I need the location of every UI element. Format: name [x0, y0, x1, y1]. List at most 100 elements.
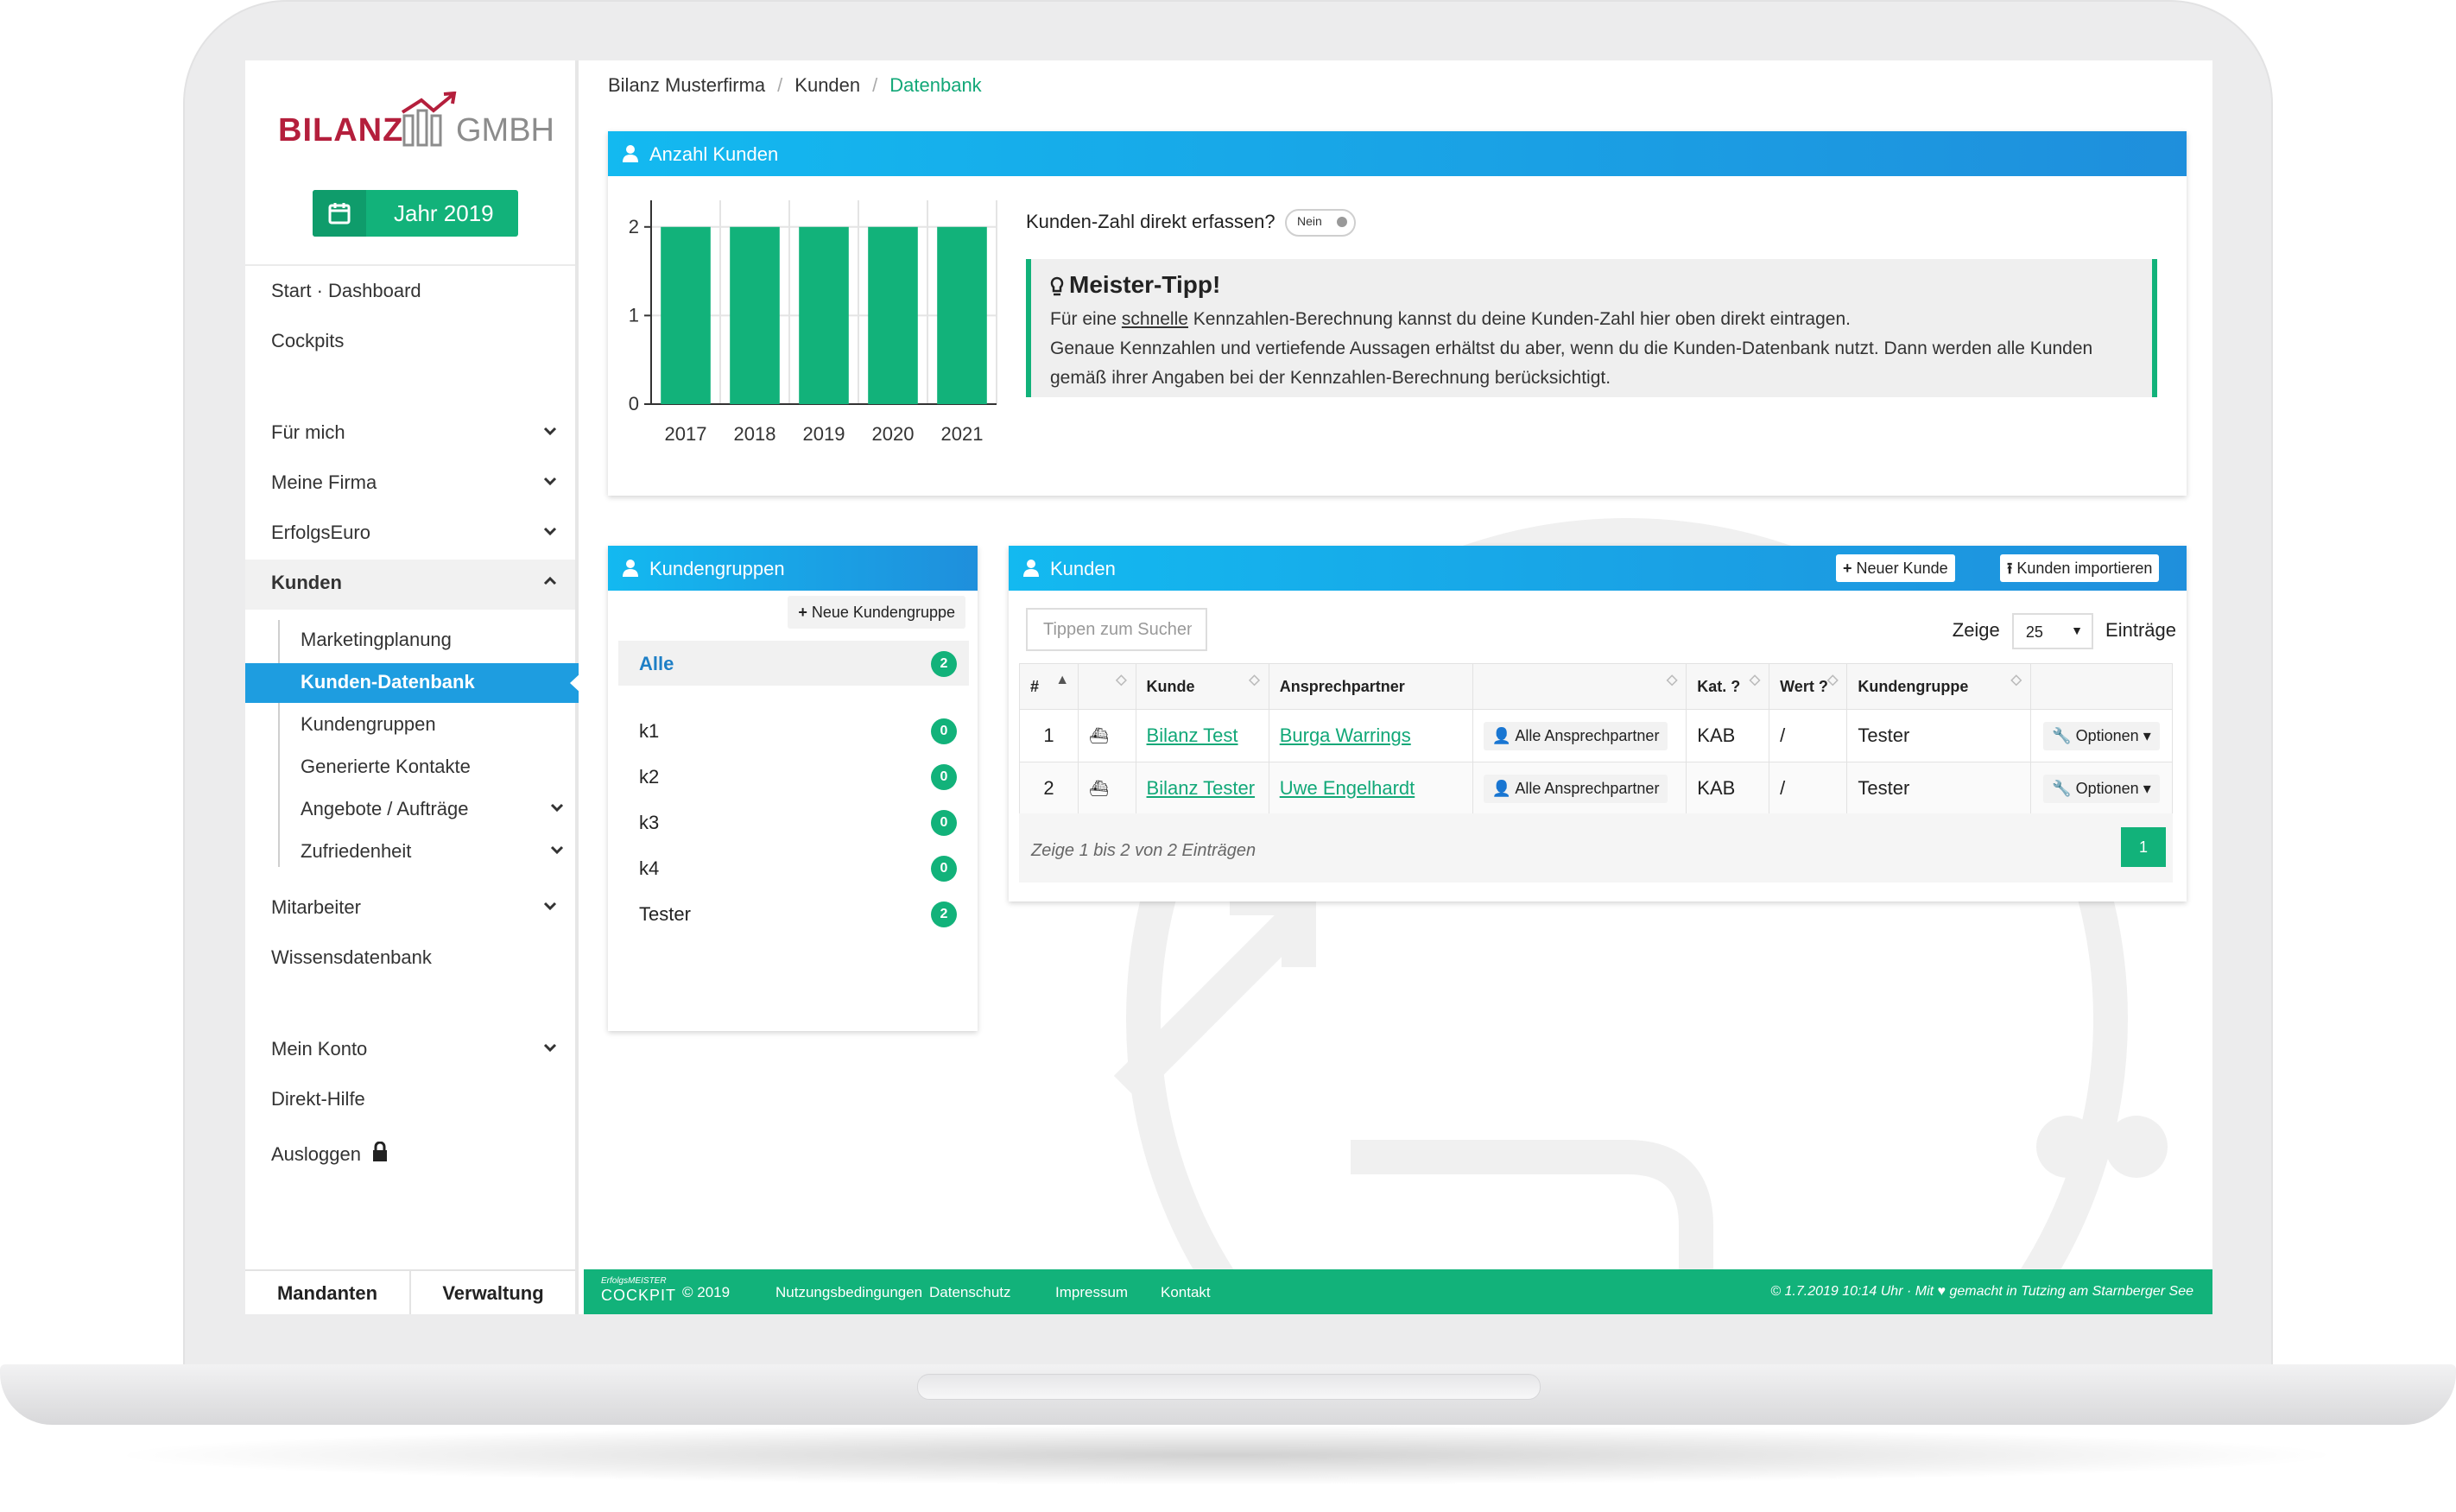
- sidebar-item-kunden[interactable]: Kunden: [271, 572, 565, 594]
- contact-link[interactable]: Uwe Engelhardt: [1280, 777, 1415, 799]
- sidebar-item-label: Mitarbeiter: [271, 896, 361, 918]
- sidebar-item-ausloggen[interactable]: Ausloggen: [271, 1141, 565, 1166]
- sort-icon: ◇: [1749, 673, 1761, 687]
- group-row-k4[interactable]: k4 0: [618, 845, 969, 890]
- group-count-badge: 0: [931, 856, 957, 882]
- search-input[interactable]: Tippen zum Suchen: [1026, 608, 1207, 651]
- year-label: Jahr 2019: [394, 200, 494, 226]
- panel-title: Kundengruppen: [649, 558, 785, 579]
- sidebar-item-erfolgseuro[interactable]: ErfolgsEuro: [271, 522, 565, 544]
- footer-link-kontakt[interactable]: Kontakt: [1161, 1284, 1211, 1301]
- sidebar-item-cockpits[interactable]: Cockpits: [271, 330, 565, 352]
- chevron-down-icon: [543, 477, 557, 486]
- sidebar-item-wissensdatenbank[interactable]: Wissensdatenbank: [271, 946, 565, 969]
- column-header-ansprechpartner[interactable]: Ansprechpartner: [1268, 663, 1473, 710]
- column-label: Ansprechpartner: [1279, 677, 1405, 695]
- options-dropdown-button[interactable]: 🔧 Optionen ▾: [2043, 721, 2160, 750]
- chevron-down-icon: [550, 803, 564, 813]
- import-customers-button[interactable]: ⭱ Kunden importieren: [2000, 554, 2160, 582]
- column-header-wert[interactable]: Wert ? ◇: [1769, 663, 1848, 710]
- app-screen: BILANZ GMBH Jahr 2019 Start · Dashboard …: [245, 60, 2212, 1314]
- group-row-tester[interactable]: Tester 2: [618, 891, 969, 936]
- footer-link-impressum[interactable]: Impressum: [1055, 1284, 1128, 1301]
- sidebar-subitem-kunden-datenbank[interactable]: Kunden-Datenbank: [301, 671, 560, 693]
- sort-icon: ◇: [1116, 673, 1127, 687]
- customer-link[interactable]: Bilanz Tester: [1147, 777, 1256, 799]
- sidebar-item-dashboard[interactable]: Start · Dashboard: [271, 280, 565, 302]
- group-row-k2[interactable]: k2 0: [618, 754, 969, 799]
- column-header-kat[interactable]: Kat. ? ◇: [1686, 663, 1770, 710]
- sidebar-item-label: ErfolgsEuro: [271, 522, 370, 543]
- sidebar-item-mein-konto[interactable]: Mein Konto: [271, 1038, 565, 1060]
- sidebar-item-fuer-mich[interactable]: Für mich: [271, 421, 565, 444]
- calendar-icon: [313, 190, 366, 237]
- group-count-badge: 2: [931, 902, 957, 927]
- column-label: Kunde: [1146, 677, 1195, 695]
- verwaltung-button[interactable]: Verwaltung: [411, 1271, 575, 1314]
- cell-number: 2: [1018, 762, 1079, 815]
- footer-link-nutzungsbedingungen[interactable]: Nutzungsbedingungen: [775, 1284, 922, 1301]
- column-header-contacts[interactable]: ◇: [1472, 663, 1687, 710]
- group-name: k2: [639, 766, 660, 788]
- sidebar-subitem-label: Angebote / Aufträge: [301, 798, 469, 819]
- customer-link[interactable]: Bilanz Test: [1147, 724, 1238, 746]
- column-header-number[interactable]: # ▲: [1018, 663, 1079, 710]
- sidebar-item-label: Für mich: [271, 421, 345, 443]
- column-header-kundengruppe[interactable]: Kundengruppe ◇: [1846, 663, 2031, 710]
- breadcrumb-separator: /: [872, 74, 878, 96]
- mandanten-button[interactable]: Mandanten: [245, 1271, 411, 1314]
- sidebar-subitem-zufriedenheit[interactable]: Zufriedenheit: [301, 840, 565, 863]
- sidebar-subitem-angebote[interactable]: Angebote / Aufträge: [301, 798, 565, 820]
- group-count-badge: 2: [931, 651, 957, 677]
- pagination-page-1[interactable]: 1: [2121, 827, 2166, 867]
- chevron-down-icon: [543, 902, 557, 911]
- sidebar-subitem-label: Kunden-Datenbank: [301, 671, 475, 693]
- column-header-kunde[interactable]: Kunde ◇: [1135, 663, 1269, 710]
- chart-bar: [868, 226, 918, 404]
- logo-chart-icon: [401, 92, 457, 147]
- sidebar-subitem-label: Generierte Kontakte: [301, 756, 471, 777]
- cell-number: 1: [1018, 709, 1079, 762]
- group-row-alle[interactable]: Alle 2: [618, 641, 969, 686]
- cell-kundengruppe: Tester: [1846, 762, 2031, 815]
- group-name: Alle: [639, 653, 674, 674]
- sidebar-subitem-marketingplanung[interactable]: Marketingplanung: [301, 629, 560, 651]
- breadcrumb-item-firma[interactable]: Bilanz Musterfirma: [608, 74, 765, 96]
- table-header-row: # ▲ ◇ Kunde ◇ Ansprechpartner ◇ Kat. ? ◇ We…: [1018, 663, 2174, 710]
- footer-copyright: © 2019: [682, 1284, 731, 1300]
- direct-entry-toggle[interactable]: Nein: [1285, 209, 1356, 237]
- wrench-icon: 🔧: [2052, 726, 2072, 744]
- page-size-select[interactable]: 25 ▼: [2011, 613, 2093, 649]
- group-row-k1[interactable]: k1 0: [618, 708, 969, 753]
- cell-contacts: 👤 Alle Ansprechpartner: [1472, 762, 1687, 815]
- sidebar-bottom-bar: Mandanten Verwaltung: [245, 1269, 575, 1314]
- sidebar-subitem-generierte-kontakte[interactable]: Generierte Kontakte: [301, 756, 560, 778]
- user-icon: 👤: [1491, 726, 1512, 744]
- contact-link[interactable]: Burga Warrings: [1280, 724, 1411, 746]
- group-count-badge: 0: [931, 810, 957, 836]
- help-icon: ?: [1731, 677, 1741, 695]
- breadcrumb-item-kunden[interactable]: Kunden: [794, 74, 860, 96]
- caret-down-icon: ▼: [2071, 623, 2083, 637]
- chart-x-tick-label: 2019: [803, 423, 845, 445]
- sidebar-item-direkt-hilfe[interactable]: Direkt-Hilfe: [271, 1088, 565, 1110]
- new-group-button[interactable]: + Neue Kundengruppe: [788, 596, 965, 629]
- group-row-k3[interactable]: k3 0: [618, 800, 969, 845]
- all-contacts-button[interactable]: 👤 Alle Ansprechpartner: [1483, 721, 1668, 750]
- direct-entry-question: Kunden-Zahl direkt erfassen?: [1026, 211, 1275, 232]
- meister-tip-box: Meister-Tipp! Für eine schnelle Kennzahl…: [1026, 259, 2157, 397]
- customers-panel: Kunden + Neuer Kunde ⭱ Kunden importiere…: [1009, 546, 2187, 902]
- year-selector-button[interactable]: Jahr 2019: [313, 190, 518, 237]
- new-customer-button[interactable]: + Neuer Kunde: [1836, 554, 1955, 582]
- column-header-type[interactable]: ◇: [1078, 663, 1136, 710]
- sidebar-item-meine-firma[interactable]: Meine Firma: [271, 471, 565, 494]
- sort-icon: ◇: [1827, 673, 1839, 687]
- all-contacts-button[interactable]: 👤 Alle Ansprechpartner: [1483, 774, 1668, 803]
- tip-line-1: Für eine schnelle Kennzahlen-Berechnung …: [1050, 309, 1851, 330]
- footer-link-datenschutz[interactable]: Datenschutz: [929, 1284, 1011, 1301]
- company-logo[interactable]: BILANZ GMBH: [278, 92, 554, 152]
- sidebar-item-mitarbeiter[interactable]: Mitarbeiter: [271, 896, 565, 919]
- sidebar-subitem-kundengruppen[interactable]: Kundengruppen: [301, 713, 560, 736]
- sidebar-item-label: Meine Firma: [271, 471, 377, 493]
- options-dropdown-button[interactable]: 🔧 Optionen ▾: [2043, 774, 2160, 803]
